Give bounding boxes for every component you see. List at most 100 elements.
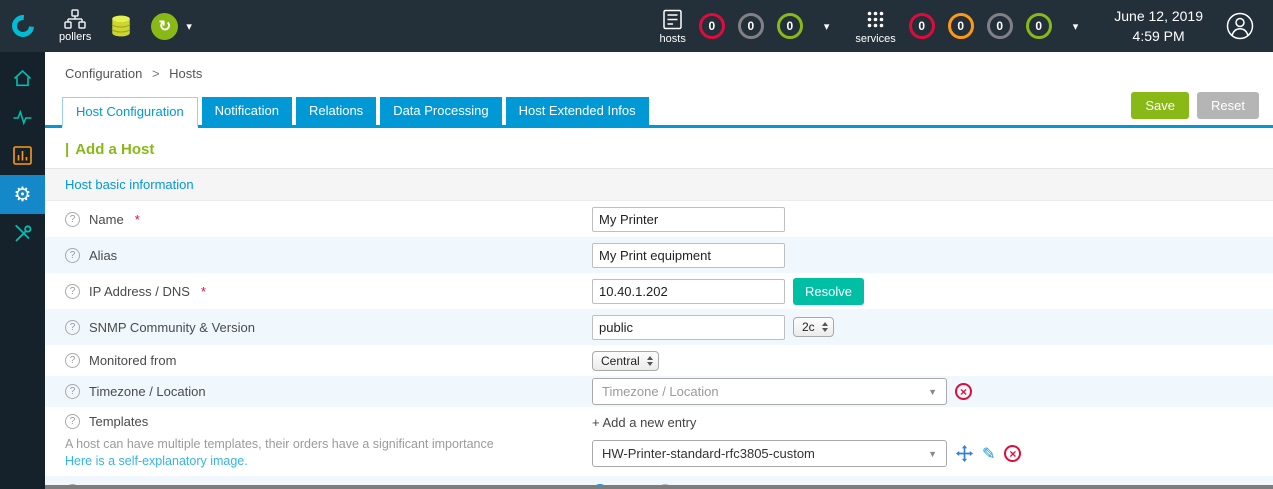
tab-data-processing[interactable]: Data Processing (380, 97, 502, 125)
name-input[interactable] (592, 206, 785, 232)
chevron-down-icon[interactable]: ▾ (186, 20, 192, 33)
help-icon[interactable]: ? (65, 414, 80, 429)
tabs-bar: Host Configuration Notification Relation… (45, 92, 1273, 128)
snmp-community-input[interactable] (592, 314, 785, 340)
pollers-icon (64, 9, 86, 29)
current-time: 4:59 PM (1132, 28, 1185, 44)
tools-icon (15, 224, 32, 242)
form-row-name: ? Name * (45, 201, 1273, 237)
breadcrumb-configuration[interactable]: Configuration (65, 66, 142, 81)
sidebar-item-home[interactable] (0, 58, 45, 97)
sidebar-item-configuration[interactable]: ⚙ (0, 175, 45, 214)
pulse-icon (13, 109, 32, 125)
sidebar-item-administration[interactable] (0, 214, 45, 253)
database-status[interactable] (109, 14, 133, 38)
save-button[interactable]: Save (1131, 92, 1190, 119)
tab-host-configuration[interactable]: Host Configuration (62, 97, 198, 128)
breadcrumb-separator: > (151, 66, 160, 81)
hosts-unreachable-counter[interactable]: 0 (737, 13, 764, 39)
chevron-down-icon[interactable]: ▾ (824, 20, 830, 33)
user-profile-button[interactable] (1225, 11, 1255, 41)
hosts-menu[interactable]: hosts (660, 8, 686, 45)
tab-notification[interactable]: Notification (201, 97, 292, 125)
page-title: | Add a Host (65, 141, 1273, 158)
template-edit-icon[interactable]: ✎ (982, 444, 995, 464)
form-row-alias: ? Alias (45, 237, 1273, 273)
timezone-placeholder: Timezone / Location (602, 384, 719, 399)
topbar: pollers ↻ ▾ hosts 0 0 0 ▾ services 0 0 0… (0, 0, 1273, 52)
form-row-ip: ? IP Address / DNS * Resolve (45, 273, 1273, 309)
snmp-label: SNMP Community & Version (89, 319, 255, 335)
breadcrumb-hosts[interactable]: Hosts (169, 66, 202, 81)
pollers-label: pollers (59, 31, 92, 43)
templates-help-link[interactable]: Here is a self-explanatory image. (65, 454, 248, 468)
help-icon[interactable]: ? (65, 384, 80, 399)
form-row-templates: ? Templates A host can have multiple tem… (45, 407, 1273, 476)
services-critical-counter[interactable]: 0 (908, 13, 935, 39)
add-template-entry-button[interactable]: + Add a new entry (592, 415, 1273, 430)
section-header: Host basic information (45, 168, 1273, 201)
centreon-logo[interactable] (0, 0, 45, 52)
hosts-icon (663, 9, 682, 29)
user-icon (1226, 12, 1254, 40)
hosts-up-counter[interactable]: 0 (776, 13, 803, 39)
move-icon (956, 445, 973, 462)
monitored-from-select[interactable]: Central (592, 350, 659, 371)
resolve-button[interactable]: Resolve (793, 277, 864, 305)
alias-input[interactable] (592, 242, 785, 268)
sidebar-item-monitoring[interactable] (0, 97, 45, 136)
dropdown-arrow-icon: ▼ (928, 448, 937, 459)
timezone-select[interactable]: Timezone / Location ▼ (592, 378, 947, 405)
tab-host-extended-infos[interactable]: Host Extended Infos (505, 97, 649, 125)
form-actions: Save Reset (1131, 92, 1259, 119)
services-status-group: services 0 0 0 0 ▾ (855, 8, 1078, 45)
monitored-from-label: Monitored from (89, 353, 177, 368)
alias-label: Alias (89, 247, 118, 263)
select-stepper-icon (821, 322, 828, 332)
services-label: services (855, 32, 896, 45)
monitored-from-value: Central (601, 353, 640, 368)
help-icon[interactable]: ? (65, 319, 80, 335)
services-menu[interactable]: services (855, 8, 896, 45)
pollers-status[interactable]: pollers (59, 9, 91, 43)
dropdown-arrow-icon: ▼ (928, 386, 937, 397)
reset-button[interactable]: Reset (1197, 92, 1259, 119)
services-warning-counter[interactable]: 0 (947, 13, 974, 39)
centreon-logo-icon (7, 10, 38, 42)
current-date: June 12, 2019 (1114, 7, 1203, 24)
sidebar-item-reporting[interactable] (0, 136, 45, 175)
chevron-down-icon[interactable]: ▾ (1073, 20, 1079, 33)
required-marker: * (200, 283, 206, 299)
tabs: Host Configuration Notification Relation… (62, 97, 649, 128)
services-icon (867, 11, 884, 27)
help-icon[interactable]: ? (65, 247, 80, 263)
help-icon[interactable]: ? (65, 353, 80, 368)
main-content: Configuration > Hosts Host Configuration… (45, 52, 1273, 489)
snmp-version-value: 2c (802, 320, 815, 334)
timezone-clear-icon[interactable]: × (955, 383, 972, 400)
sync-status[interactable]: ↻ (151, 12, 179, 40)
chart-icon (13, 146, 32, 165)
form-row-snmp: ? SNMP Community & Version 2c (45, 309, 1273, 345)
services-unknown-counter[interactable]: 0 (986, 13, 1013, 39)
database-icon (112, 15, 131, 37)
sidebar: ⚙ (0, 52, 45, 489)
snmp-version-select[interactable]: 2c (793, 317, 834, 337)
help-icon[interactable]: ? (65, 283, 80, 299)
help-icon[interactable]: ? (65, 211, 80, 227)
hosts-down-counter[interactable]: 0 (698, 13, 725, 39)
gear-icon: ⚙ (13, 183, 32, 206)
required-marker: * (134, 211, 140, 227)
name-label: Name (89, 211, 124, 227)
form-row-timezone: ? Timezone / Location Timezone / Locatio… (45, 376, 1273, 407)
services-ok-counter[interactable]: 0 (1025, 13, 1052, 39)
template-select[interactable]: HW-Printer-standard-rfc3805-custom ▼ (592, 440, 947, 467)
templates-help-text: A host can have multiple templates, thei… (65, 437, 494, 451)
timezone-label: Timezone / Location (89, 384, 206, 399)
template-move-handle[interactable] (956, 445, 973, 462)
next-section-edge (45, 485, 1273, 489)
tab-relations[interactable]: Relations (295, 97, 377, 125)
form-row-monitored-from: ? Monitored from Central (45, 345, 1273, 376)
template-delete-icon[interactable]: × (1004, 445, 1022, 462)
ip-input[interactable] (592, 278, 785, 304)
